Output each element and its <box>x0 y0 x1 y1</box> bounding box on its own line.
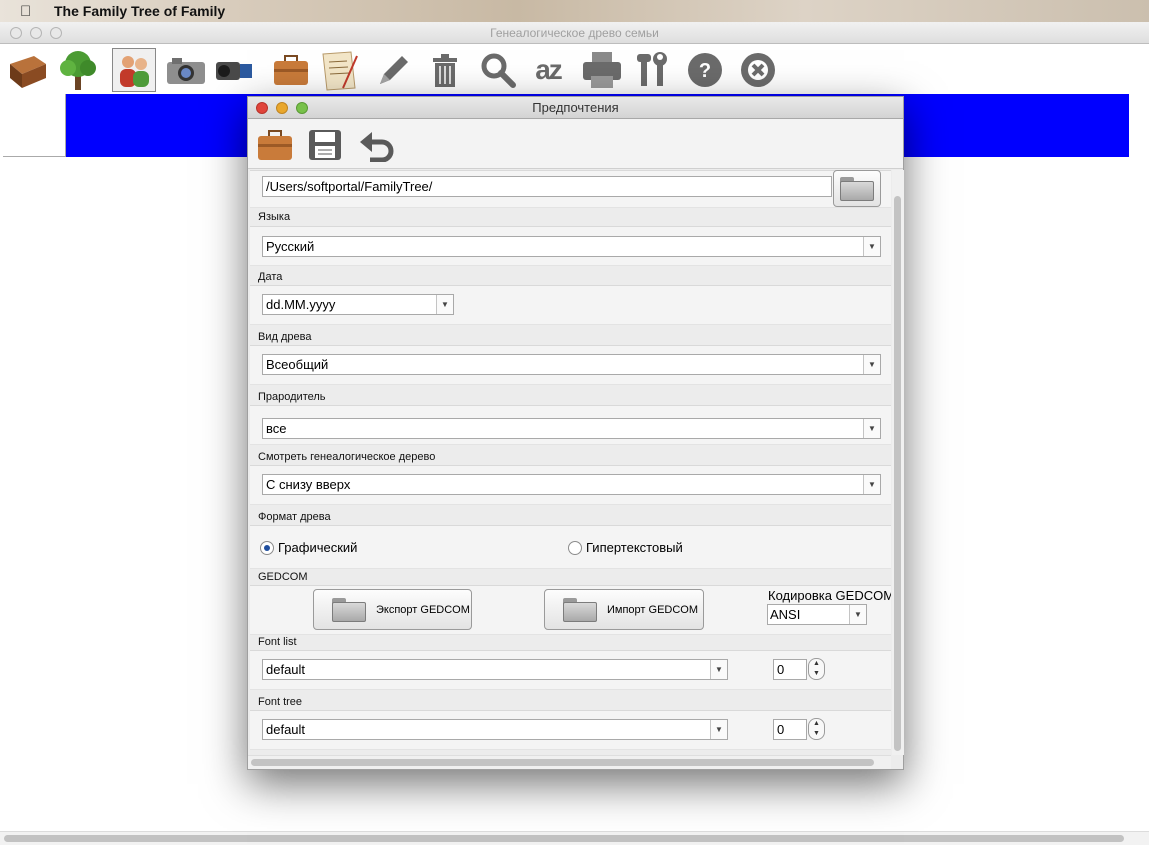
import-gedcom-label: Импорт GEDCOM <box>607 603 699 616</box>
dialog-horizontal-scrollbar[interactable] <box>248 755 891 769</box>
folder-icon <box>332 597 366 622</box>
dialog-hscroll-thumb[interactable] <box>251 759 874 766</box>
chevron-down-icon[interactable]: ▼ <box>863 475 880 494</box>
svg-text:?: ? <box>699 60 711 82</box>
dialog-vscroll-thumb[interactable] <box>894 196 901 751</box>
tree-icon[interactable] <box>56 48 100 92</box>
briefcase-icon[interactable] <box>256 127 294 163</box>
notes-icon[interactable] <box>317 48 361 92</box>
view-direction-label: Смотреть генеалогическое дерево <box>258 451 436 463</box>
font-list-label: Font list <box>258 636 297 648</box>
preferences-form: /Users/softportal/FamilyTree/ Языка Русс… <box>248 170 891 753</box>
gedcom-label: GEDCOM <box>258 571 308 583</box>
sort-az-label: az <box>535 54 563 85</box>
chevron-down-icon[interactable]: ▼ <box>863 355 880 374</box>
font-tree-select[interactable]: default ▼ <box>262 719 728 740</box>
dialog-close-button[interactable] <box>256 102 268 114</box>
font-tree-value: default <box>266 722 306 737</box>
view-direction-value: С снизу вверх <box>266 477 351 492</box>
camera-icon[interactable] <box>164 48 208 92</box>
date-label: Дата <box>258 271 283 283</box>
chevron-down-icon[interactable]: ▼ <box>849 605 866 624</box>
help-icon[interactable]: ? <box>683 48 727 92</box>
dialog-title: Предпочтения <box>532 100 619 115</box>
folder-icon <box>840 176 874 201</box>
export-gedcom-button[interactable]: Экспорт GEDCOM <box>313 589 472 630</box>
chevron-down-icon[interactable]: ▼ <box>863 419 880 438</box>
chevron-down-icon[interactable]: ▼ <box>710 720 727 739</box>
zoom-window-button[interactable] <box>50 27 62 39</box>
app-name[interactable]: The Family Tree of Family <box>54 3 225 19</box>
font-tree-size-input[interactable]: 0 <box>773 719 807 740</box>
view-direction-select[interactable]: С снизу вверх ▼ <box>262 474 881 495</box>
apple-icon[interactable]:  <box>20 3 40 20</box>
people-icon[interactable] <box>112 48 156 92</box>
radio-hypertext-label[interactable]: Гипертекстовый <box>586 540 683 555</box>
dialog-minimize-button[interactable] <box>276 102 288 114</box>
menu-bar:  The Family Tree of Family <box>0 0 1149 22</box>
tree-type-value: Всеобщий <box>266 357 329 372</box>
import-gedcom-button[interactable]: Импорт GEDCOM <box>544 589 704 630</box>
radio-hypertext[interactable] <box>568 541 582 555</box>
main-window-title: Генеалогическое древо семьи <box>490 26 659 40</box>
ancestor-value: все <box>266 421 287 436</box>
briefcase-icon[interactable] <box>269 48 313 92</box>
dialog-zoom-button[interactable] <box>296 102 308 114</box>
left-pane <box>3 94 66 157</box>
font-tree-label: Font tree <box>258 696 303 708</box>
language-label: Языка <box>258 211 291 223</box>
date-format-select[interactable]: dd.MM.yyyy ▼ <box>262 294 454 315</box>
gedcom-encoding-label: Кодировка GEDCOM <box>768 588 891 603</box>
search-icon[interactable] <box>476 48 520 92</box>
tree-format-label: Формат древа <box>258 511 331 523</box>
undo-icon[interactable] <box>358 127 396 163</box>
book-icon[interactable] <box>6 48 50 92</box>
trash-icon[interactable] <box>423 48 467 92</box>
font-list-select[interactable]: default ▼ <box>262 659 728 680</box>
tools-icon[interactable] <box>631 48 675 92</box>
dialog-titlebar: Предпочтения <box>248 97 903 119</box>
language-select[interactable]: Русский ▼ <box>262 236 881 257</box>
ancestor-select[interactable]: все ▼ <box>262 418 881 439</box>
pencil-icon[interactable] <box>370 48 414 92</box>
close-icon[interactable] <box>736 48 780 92</box>
tree-type-select[interactable]: Всеобщий ▼ <box>262 354 881 375</box>
gedcom-encoding-select[interactable]: ANSI ▼ <box>767 604 867 625</box>
tree-type-label: Вид древа <box>258 331 312 343</box>
radio-graphic-label[interactable]: Графический <box>278 540 357 555</box>
video-camera-icon[interactable] <box>212 48 256 92</box>
close-window-button[interactable] <box>10 27 22 39</box>
chevron-down-icon[interactable]: ▼ <box>863 237 880 256</box>
chevron-down-icon[interactable]: ▼ <box>436 295 453 314</box>
ancestor-label: Прародитель <box>258 391 326 403</box>
font-list-value: default <box>266 662 306 677</box>
font-tree-size-stepper[interactable]: ▲ ▼ <box>808 718 825 740</box>
dialog-vertical-scrollbar[interactable] <box>892 170 904 755</box>
minimize-window-button[interactable] <box>30 27 42 39</box>
sort-az-icon[interactable]: az <box>526 48 570 92</box>
gedcom-encoding-value: ANSI <box>770 607 801 622</box>
font-list-size-input[interactable]: 0 <box>773 659 807 680</box>
chevron-down-icon[interactable]: ▼ <box>710 660 727 679</box>
choose-folder-button[interactable] <box>833 170 881 207</box>
main-window-titlebar: Генеалогическое древо семьи <box>0 22 1149 44</box>
folder-icon <box>563 597 597 622</box>
save-icon[interactable] <box>306 127 344 163</box>
printer-icon[interactable] <box>580 48 624 92</box>
preferences-dialog: Предпочтения /Users/softportal/FamilyTre… <box>247 96 904 770</box>
export-gedcom-label: Экспорт GEDCOM <box>376 603 470 616</box>
date-format-value: dd.MM.yyyy <box>266 297 336 312</box>
radio-graphic[interactable] <box>260 541 274 555</box>
language-value: Русский <box>266 239 315 254</box>
dialog-toolbar <box>248 119 903 169</box>
path-field[interactable]: /Users/softportal/FamilyTree/ <box>262 176 832 197</box>
main-horizontal-scrollbar[interactable] <box>0 831 1149 845</box>
main-toolbar: az ? <box>0 44 1149 96</box>
main-scroll-thumb[interactable] <box>4 835 1124 842</box>
font-list-size-stepper[interactable]: ▲ ▼ <box>808 658 825 680</box>
